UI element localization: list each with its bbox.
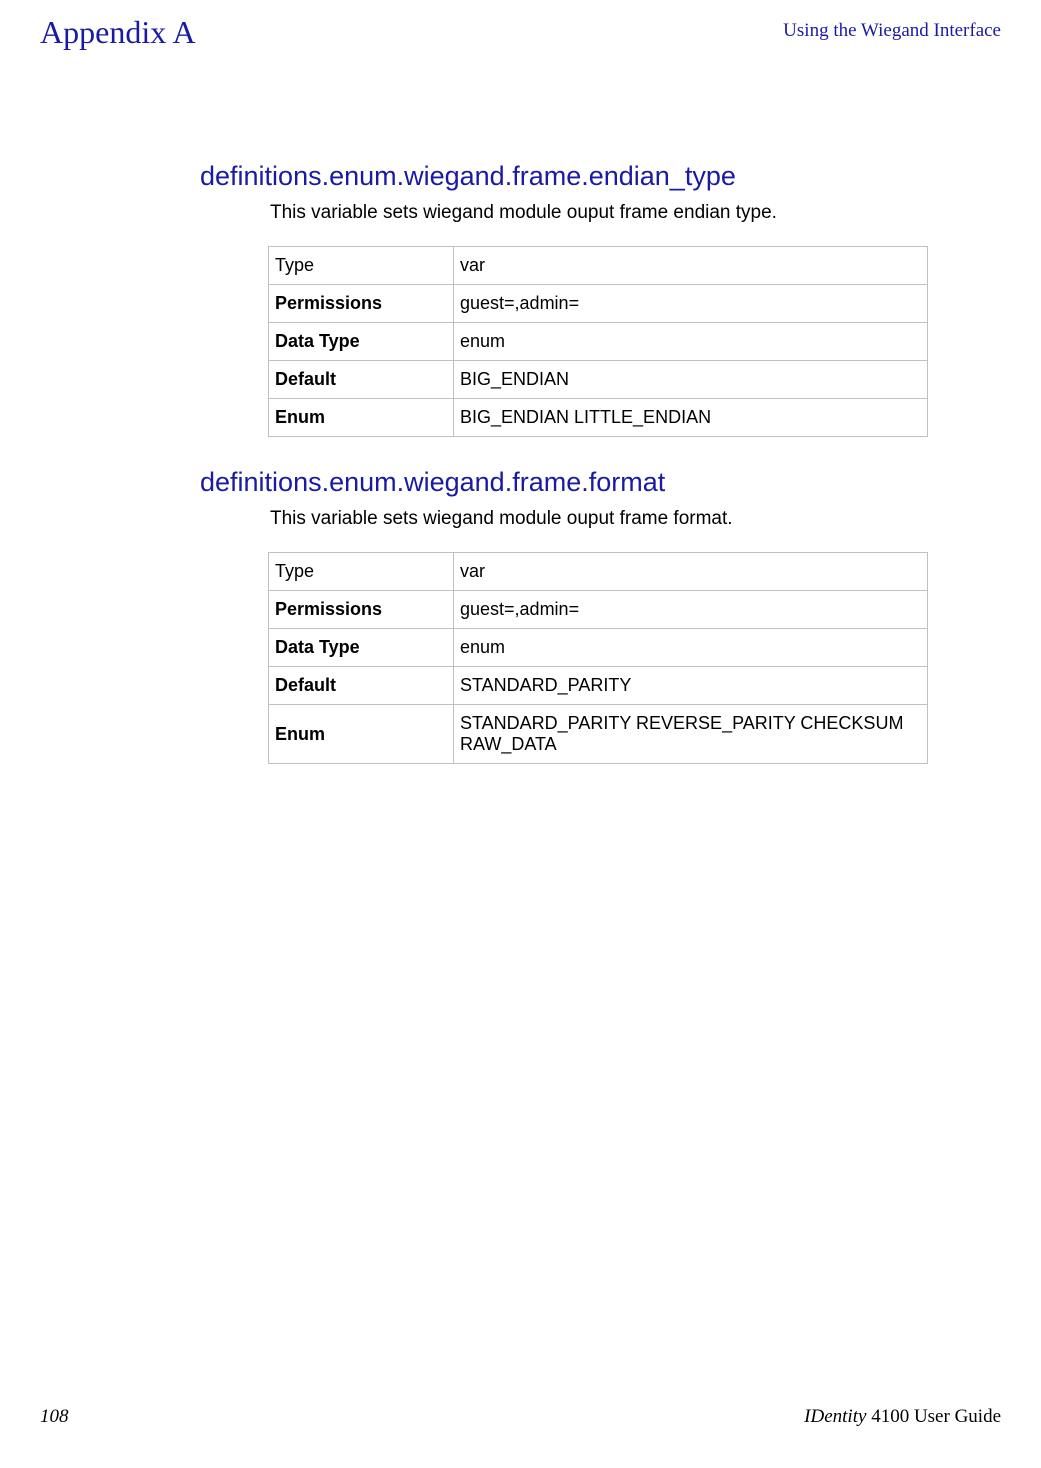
table-value: guest=,admin=: [454, 591, 928, 629]
table-value: STANDARD_PARITY REVERSE_PARITY CHECKSUM …: [454, 705, 928, 764]
table-label: Type: [269, 553, 454, 591]
table-label: Default: [269, 667, 454, 705]
table-value: STANDARD_PARITY: [454, 667, 928, 705]
guide-name: IDentity 4100 User Guide: [804, 1406, 1001, 1428]
section-endian-type: definitions.enum.wiegand.frame.endian_ty…: [100, 161, 941, 437]
section-format: definitions.enum.wiegand.frame.format Th…: [100, 467, 941, 764]
table-label: Permissions: [269, 591, 454, 629]
table-value: var: [454, 553, 928, 591]
page-header: Appendix A Using the Wiegand Interface: [0, 0, 1041, 51]
table-row: Default STANDARD_PARITY: [269, 667, 928, 705]
table-row: Default BIG_ENDIAN: [269, 361, 928, 399]
page-footer: 108 IDentity 4100 User Guide: [0, 1406, 1041, 1428]
table-label: Type: [269, 247, 454, 285]
main-content: definitions.enum.wiegand.frame.endian_ty…: [0, 161, 1041, 764]
table-row: Type var: [269, 247, 928, 285]
header-section-title: Using the Wiegand Interface: [783, 20, 1001, 42]
table-label: Data Type: [269, 629, 454, 667]
table-label: Permissions: [269, 285, 454, 323]
table-row: Data Type enum: [269, 629, 928, 667]
table-label: Enum: [269, 399, 454, 437]
table-row: Permissions guest=,admin=: [269, 591, 928, 629]
table-value: BIG_ENDIAN: [454, 361, 928, 399]
appendix-title: Appendix A: [40, 14, 196, 51]
section-heading: definitions.enum.wiegand.frame.format: [200, 467, 941, 498]
guide-identity: IDentity: [804, 1406, 866, 1427]
table-row: Enum STANDARD_PARITY REVERSE_PARITY CHEC…: [269, 705, 928, 764]
section-heading: definitions.enum.wiegand.frame.endian_ty…: [200, 161, 941, 192]
section-description: This variable sets wiegand module ouput …: [270, 202, 941, 224]
definition-table: Type var Permissions guest=,admin= Data …: [268, 552, 928, 764]
table-label: Default: [269, 361, 454, 399]
definition-table: Type var Permissions guest=,admin= Data …: [268, 246, 928, 437]
table-row: Permissions guest=,admin=: [269, 285, 928, 323]
table-label: Data Type: [269, 323, 454, 361]
table-row: Type var: [269, 553, 928, 591]
table-value: guest=,admin=: [454, 285, 928, 323]
table-value: BIG_ENDIAN LITTLE_ENDIAN: [454, 399, 928, 437]
table-row: Enum BIG_ENDIAN LITTLE_ENDIAN: [269, 399, 928, 437]
page-number: 108: [40, 1406, 69, 1428]
section-description: This variable sets wiegand module ouput …: [270, 508, 941, 530]
table-row: Data Type enum: [269, 323, 928, 361]
table-value: enum: [454, 629, 928, 667]
table-label: Enum: [269, 705, 454, 764]
table-value: var: [454, 247, 928, 285]
guide-suffix: 4100 User Guide: [866, 1406, 1001, 1427]
table-value: enum: [454, 323, 928, 361]
